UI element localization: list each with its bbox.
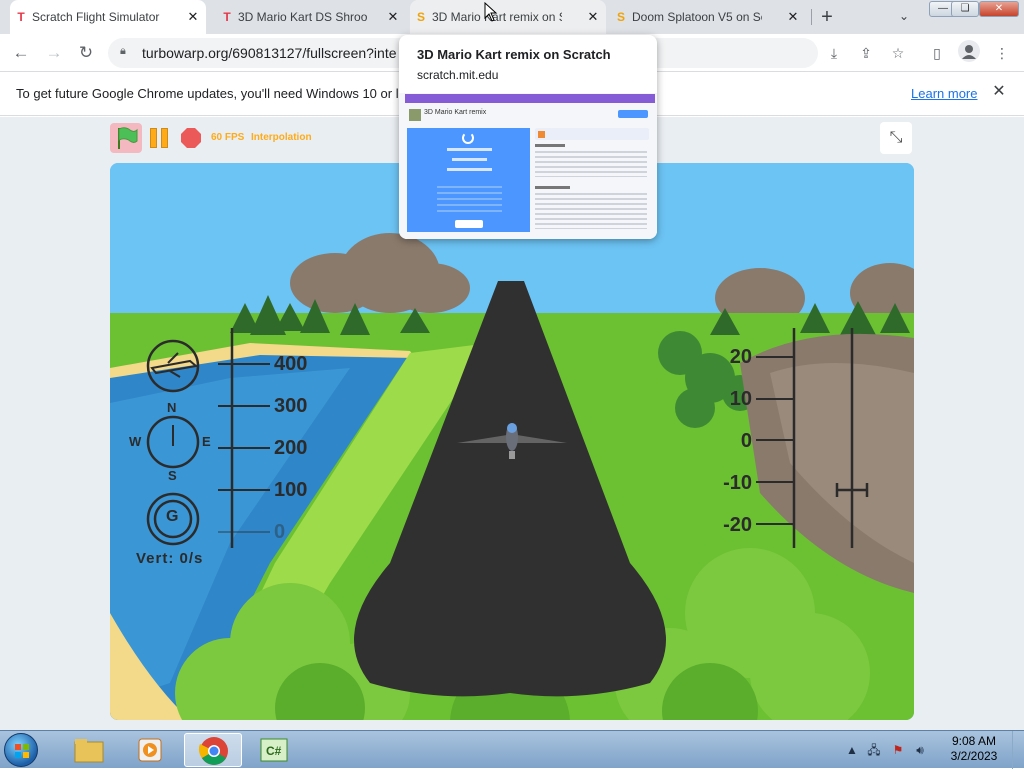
forward-icon[interactable]: → <box>43 42 65 64</box>
altitude-tick-label: 400 <box>274 353 308 375</box>
profile-icon[interactable] <box>958 40 980 62</box>
taskbar-chrome[interactable] <box>184 733 242 767</box>
new-tab-button[interactable]: + <box>818 7 836 27</box>
learn-more-link[interactable]: Learn more <box>911 86 977 101</box>
back-icon[interactable]: ← <box>10 42 32 64</box>
chrome-icon <box>198 737 228 765</box>
altitude-tick-label: 0 <box>274 521 286 543</box>
g-force-label: G <box>166 508 179 525</box>
close-tab-icon[interactable]: ✕ <box>186 10 200 24</box>
tab-mario-kart-ds[interactable]: T 3D Mario Kart DS Shroom ✕ <box>216 0 406 34</box>
menu-icon[interactable]: ⋮ <box>991 42 1013 64</box>
compass-west: W <box>129 434 142 449</box>
svg-text:C#: C# <box>266 744 282 758</box>
mouse-cursor-icon <box>484 2 498 22</box>
altitude-scale: 400 300 200 100 0 <box>274 353 307 563</box>
media-player-icon <box>138 738 162 762</box>
green-flag-icon <box>118 127 138 149</box>
windows-start-button[interactable] <box>4 733 38 767</box>
pitch-tick-label: 20 <box>729 346 752 368</box>
close-window-button[interactable]: ✕ <box>979 1 1019 17</box>
thumb-instructions-panel <box>535 128 649 232</box>
network-icon[interactable]: 🖧︎ <box>866 742 882 758</box>
taskbar-csharp-editor[interactable]: C# <box>246 733 304 767</box>
thumb-project-icon <box>409 109 421 121</box>
altitude-tick-label: 100 <box>274 479 308 501</box>
exit-fullscreen-button[interactable]: ⤡ <box>880 122 912 154</box>
game-stage[interactable]: 400 300 200 100 0 N S W E G Vert: 0/s 20… <box>110 163 914 720</box>
tab-title: Doom Splatoon V5 on Sc <box>632 10 762 24</box>
hover-card-title: 3D Mario Kart remix on Scratch <box>417 47 611 62</box>
volume-icon[interactable]: 🔊︎ <box>912 742 928 758</box>
thumb-scratch-navbar <box>405 94 655 103</box>
action-center-flag-icon[interactable]: ⚑ <box>890 742 906 758</box>
fps-counter: 60 FPS <box>211 132 245 143</box>
windows-logo-icon <box>15 744 29 758</box>
windows-taskbar: C# ▲ 🖧︎ ⚑ 🔊︎ 9:08 AM 3/2/2023 <box>0 730 1024 769</box>
flight-scene <box>110 163 914 720</box>
install-icon[interactable]: ⤓ <box>823 42 845 64</box>
bookmark-star-icon[interactable]: ☆ <box>887 42 909 64</box>
pitch-tick-label: -10 <box>723 472 752 494</box>
maximize-button[interactable]: ❏ <box>951 1 979 17</box>
compass-south: S <box>168 468 177 483</box>
tab-doom-splatoon[interactable]: S Doom Splatoon V5 on Sc ✕ <box>610 0 806 34</box>
thumb-project-title: 3D Mario Kart remix <box>424 109 487 116</box>
folder-icon <box>74 739 104 763</box>
tab-title: 3D Mario Kart DS Shroom <box>238 10 368 24</box>
tab-scratch-flight-simulator[interactable]: T Scratch Flight Simulator 3 ✕ <box>10 0 206 34</box>
reload-icon[interactable]: ↻ <box>75 42 97 64</box>
close-tab-icon[interactable]: ✕ <box>586 10 600 24</box>
tab-mario-kart-remix[interactable]: S 3D Mario Kart remix on S ✕ <box>410 0 606 34</box>
turbowarp-favicon-icon: T <box>223 10 231 24</box>
thumb-see-inside-button <box>618 110 648 118</box>
show-hidden-icons-icon[interactable]: ▲ <box>844 742 860 758</box>
clock-date: 3/2/2023 <box>950 749 998 763</box>
tab-separator <box>811 9 812 25</box>
altitude-tick-label: 200 <box>274 437 308 459</box>
turbowarp-favicon-icon: T <box>17 10 25 24</box>
pitch-tick-label: 0 <box>740 430 752 452</box>
url-text: turbowarp.org/690813127/fullscreen?inte <box>142 45 397 61</box>
interpolation-label: Interpolation <box>251 132 312 143</box>
pitch-tick-label: -20 <box>723 514 752 536</box>
tab-search-chevron-icon[interactable]: ⌄ <box>896 9 912 25</box>
scratch-favicon-icon: S <box>416 10 425 24</box>
system-clock[interactable]: 9:08 AM 3/2/2023 <box>944 734 1004 764</box>
thumb-loading-icon <box>462 132 474 144</box>
pitch-scale: 20 10 0 -10 -20 <box>702 346 752 556</box>
show-desktop-button[interactable] <box>1012 731 1024 769</box>
green-flag-button[interactable] <box>110 123 142 153</box>
pause-button[interactable] <box>150 128 170 148</box>
side-panel-icon[interactable]: ▯ <box>926 42 948 64</box>
close-tab-icon[interactable]: ✕ <box>786 10 800 24</box>
vertical-speed-readout: Vert: 0/s <box>136 550 204 567</box>
stop-button[interactable] <box>181 128 201 148</box>
altitude-tick-label: 300 <box>274 395 308 417</box>
infobar-message: To get future Google Chrome updates, you… <box>16 86 399 101</box>
close-infobar-icon[interactable]: ✕ <box>990 83 1008 101</box>
hover-card-domain: scratch.mit.edu <box>417 68 499 82</box>
csharp-icon: C# <box>260 738 288 762</box>
share-icon[interactable]: ⇪ <box>855 42 877 64</box>
close-tab-icon[interactable]: ✕ <box>386 10 400 24</box>
pitch-tick-label: 10 <box>729 388 752 410</box>
compass-north: N <box>167 400 177 415</box>
thumb-project-player <box>407 128 530 232</box>
compass-east: E <box>202 434 211 449</box>
taskbar-media-player[interactable] <box>122 733 180 767</box>
tab-strip: T Scratch Flight Simulator 3 ✕ T 3D Mari… <box>0 0 1024 34</box>
tab-title: Scratch Flight Simulator 3 <box>32 10 162 24</box>
lock-icon[interactable]: 🔒︎ <box>120 45 132 59</box>
hover-card-thumbnail: 3D Mario Kart remix <box>399 93 657 239</box>
clock-time: 9:08 AM <box>951 734 997 748</box>
taskbar-file-explorer[interactable] <box>60 733 118 767</box>
tab-hover-card: 3D Mario Kart remix on Scratch scratch.m… <box>399 35 657 239</box>
scratch-favicon-icon: S <box>616 10 625 24</box>
